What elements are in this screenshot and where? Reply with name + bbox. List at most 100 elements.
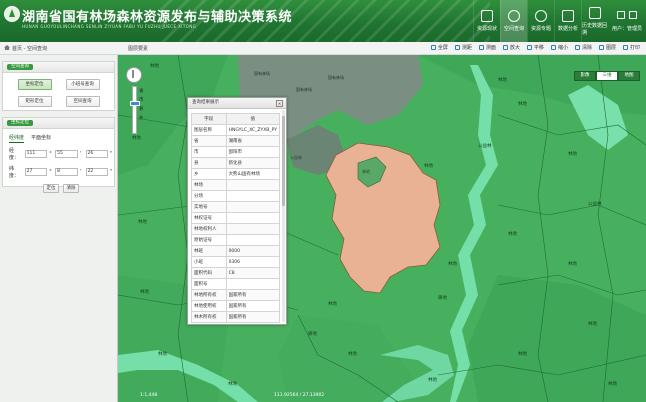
pan-control[interactable] [126,67,142,83]
table-row: 林木所有权 国家所有 [191,311,281,323]
field-value: 国家所有 [225,311,281,323]
polygon-label: 林地 [508,230,517,237]
unit-deg: ° [49,169,52,175]
polygon-label: 林地 [140,288,149,295]
tool-layers[interactable]: 图层 [598,44,616,51]
nav-label: 空间查询 [503,26,524,32]
maptype-3d[interactable]: 三维 [596,71,618,81]
zoom-level-label[interactable]: 县 [139,105,147,114]
scrollbar-thumb[interactable] [282,116,285,206]
zoom-level-label[interactable]: 乡 [139,114,147,123]
polygon-label: 林地 [428,376,437,383]
field-value: 0000 [225,245,281,257]
popup-title: 查询结果展示 [192,100,219,105]
clear-button[interactable]: 清除 [63,184,79,193]
nav-spatial-query[interactable]: 空间查询 [500,0,527,42]
table-row: 实地号 [191,201,281,213]
spatial-query-button[interactable]: 空间查询 [65,96,100,107]
close-icon[interactable]: × [276,100,283,107]
pan-icon [526,45,532,50]
tool-label: 打印 [629,45,640,51]
table-row: 乡大熊山国有林场 [191,168,281,180]
table-row: 省湖南省 [191,135,281,147]
latitude-sec-input[interactable]: 22 [85,168,109,176]
polygon-label: 林地 [328,300,337,307]
coord-panel-title: 坐标定位 [7,120,33,126]
nav-resource-topic[interactable]: 资源专题 [527,0,554,42]
field-value: 湖南省 [225,135,281,147]
rect-locate-button[interactable]: 矩形定位 [17,96,52,107]
tool-zoom-out[interactable]: 缩小 [550,44,568,51]
tool-print[interactable]: 打印 [622,44,640,51]
layer-elements-tab[interactable]: 图层要素 [128,45,148,52]
tool-clear[interactable]: 清除 [574,44,592,51]
table-header-row: 字段 值 [191,113,281,125]
longitude-min-input[interactable]: 55 [55,150,78,158]
tool-label: 清除 [581,45,592,51]
tool-fullscreen[interactable]: 全屏 [430,44,448,51]
tree-icon [535,10,547,22]
zoom-level-label[interactable]: 省 [139,87,147,96]
top-nav: 资源现状 空间查询 资源专题 数据分析 历史数据回溯 用户：管理员 [473,0,646,42]
polygon-label: 国有林场 [328,74,344,80]
tool-label: 平移 [533,45,544,51]
field-value: 邵阳市 [225,146,281,158]
tool-pan[interactable]: 平移 [526,44,544,51]
table-row: 面积号 [191,278,281,290]
query-result-popup[interactable]: 查询结果展示 × 字段 值 图层名称 HNGYLC_XC_ZYXB_PY 省湖南省市… [187,97,287,325]
tool-measure-area[interactable]: 测面 [478,44,496,51]
zoom-level-labels: 省 市 县 乡 [139,87,147,123]
table-row: 市邵阳市 [191,146,281,158]
tab-plane-coord[interactable]: 平面坐标 [31,134,51,143]
table-row: 林地权利人 [191,223,281,235]
scale-text: 1:1,448 [140,392,157,398]
field-value [225,212,281,224]
forest-patch[interactable] [468,275,646,402]
tool-zoom-in[interactable]: 放大 [502,44,520,51]
header: 湖南省国有林场森林资源发布与辅助决策系统 HUNAN GUOYOULINCHAN… [0,0,646,42]
query-panel-header: 空间查询 [3,62,114,73]
settings-icon[interactable] [617,10,625,19]
field-value: HNGYLC_XC_ZYXB_PY [225,124,281,136]
table-row: 图层名称 HNGYLC_XC_ZYXB_PY [191,124,281,136]
field-value: 国家所有 [225,300,281,312]
zoom-in-icon [502,45,508,50]
unit-deg: ° [49,151,52,157]
attribute-table: 字段 值 图层名称 HNGYLC_XC_ZYXB_PY 省湖南省市邵阳市县新化县乡大… [191,113,281,323]
tool-measure-distance[interactable]: 测距 [454,44,472,51]
locate-button[interactable]: 定位 [43,184,59,193]
nav-data-analysis[interactable]: 数据分析 [554,0,581,42]
latitude-deg-input[interactable]: 27 [24,168,48,176]
longitude-sec-input[interactable]: 26 [85,150,109,158]
cube-icon [481,10,493,22]
zoom-level-label[interactable]: 市 [139,96,147,105]
breadcrumb: 首页 - 空间查询 [12,46,47,52]
latitude-min-input[interactable]: 8 [55,168,78,176]
nav-resource-status[interactable]: 资源现状 [473,0,500,42]
coord-locate-button[interactable]: 坐标定位 [17,79,52,90]
popup-scrollbar[interactable] [282,110,285,322]
maptype-map[interactable]: 地图 [618,71,640,81]
forest-patch[interactable] [278,315,418,402]
longitude-deg-input[interactable]: 111 [24,150,48,158]
chart-icon [562,10,574,22]
zoom-slider-knob[interactable] [129,101,140,106]
col-header-field: 字段 [191,113,227,125]
field-name: 原始证号 [191,234,227,246]
polygon-label: 林地 [150,62,159,69]
zoom-slider[interactable] [129,86,140,134]
logout-icon[interactable] [629,10,637,19]
table-row: 林场 [191,179,281,191]
latitude-row: 纬度： 27 ° 8 ' 22 " [9,165,114,179]
tab-lonlat[interactable]: 经纬度 [9,134,25,143]
user-box[interactable]: 用户：管理员 [608,0,646,42]
tool-label: 缩小 [557,45,568,51]
nav-history[interactable]: 历史数据回溯 [581,0,608,42]
field-name: 林班 [191,245,227,257]
subcompartment-query-button[interactable]: 小班号查询 [65,79,100,90]
col-header-value: 值 [225,113,281,125]
field-value: 大熊山国有林场 [225,168,281,180]
sidebar: 空间查询 坐标定位 小班号查询 矩形定位 空间查询 坐标定位 经纬度 平面坐标 … [0,55,118,402]
home-icon[interactable] [4,45,10,50]
maptype-imagery[interactable]: 影像 [574,71,596,81]
